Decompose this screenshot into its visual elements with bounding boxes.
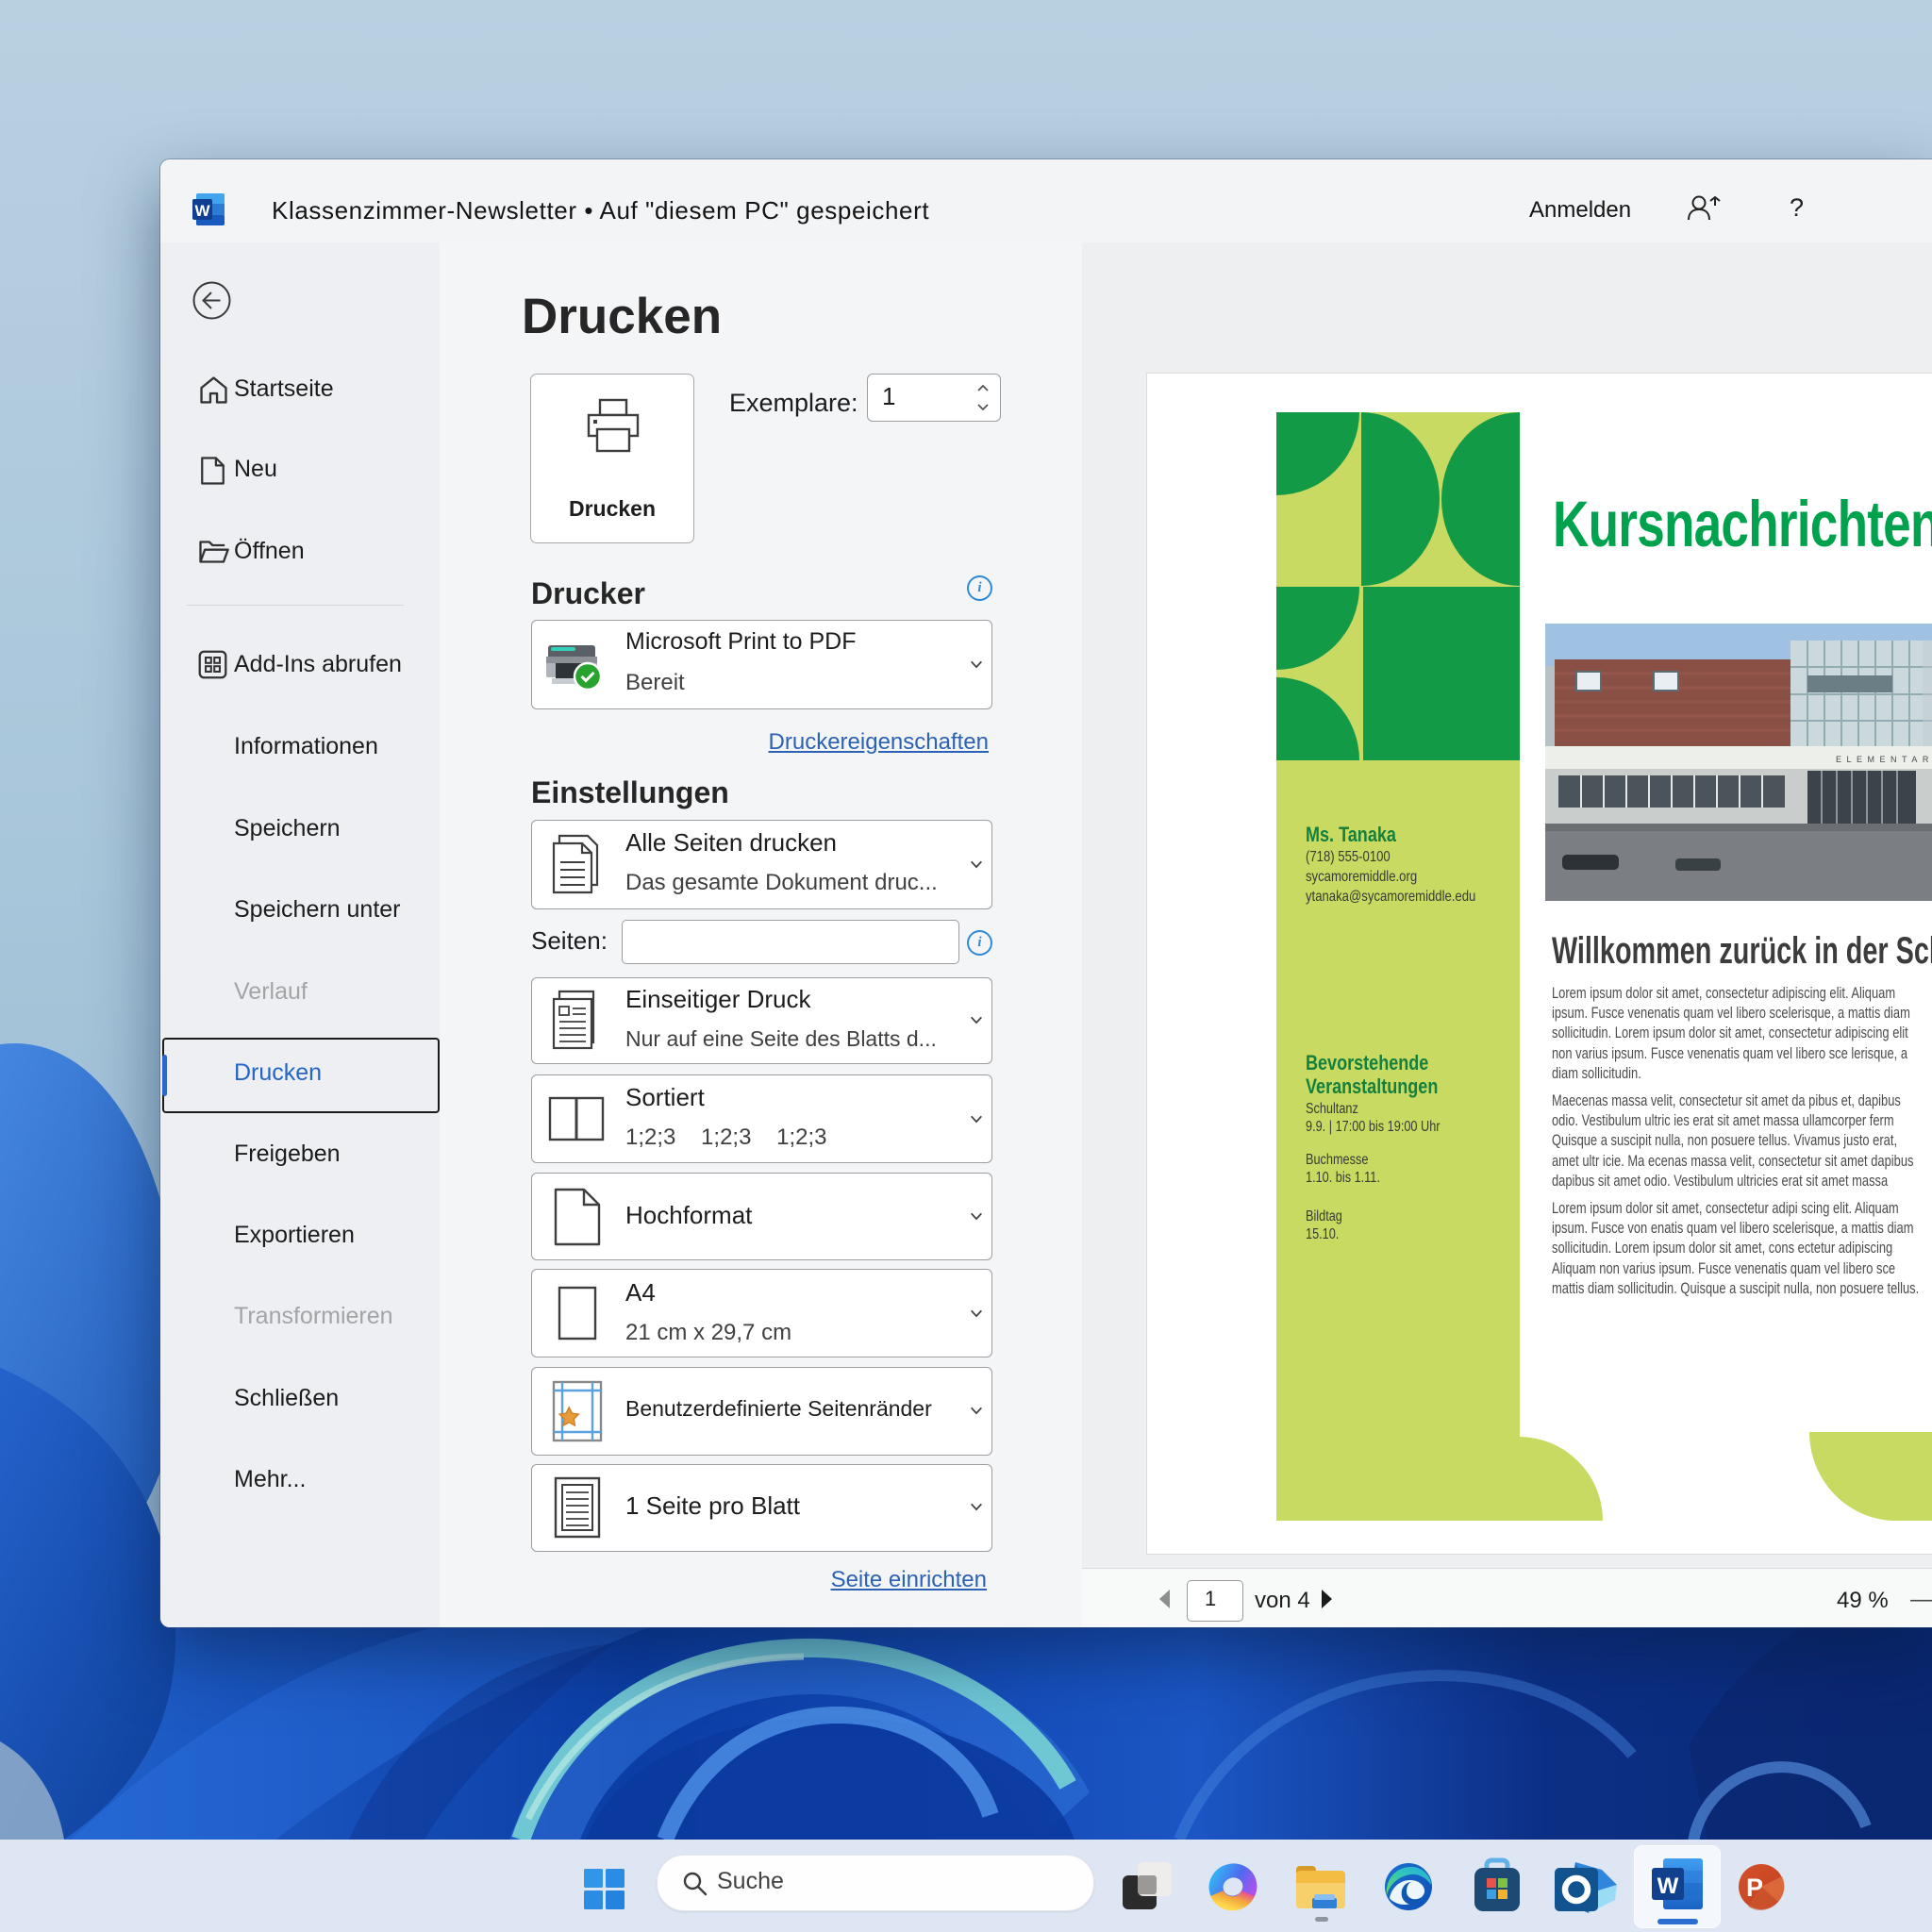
svg-text:P: P — [1746, 1874, 1763, 1902]
svg-text:W: W — [1657, 1874, 1679, 1899]
svg-text:W: W — [194, 202, 210, 220]
svg-text:ELEMENTARY SCHOO: ELEMENTARY SCHOO — [1836, 755, 1932, 764]
